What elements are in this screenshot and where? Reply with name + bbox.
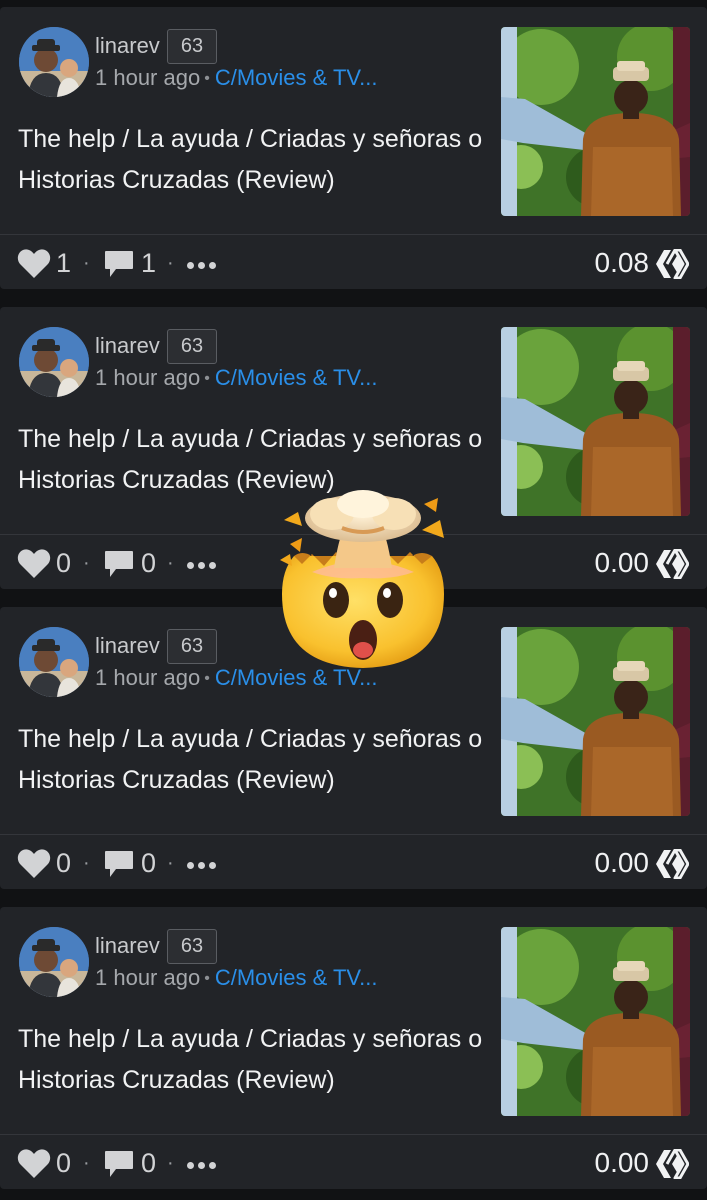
post-card[interactable]: linarev 63 1 hour ago • C/Movies & TV... T…	[0, 7, 707, 289]
post-thumbnail[interactable]	[501, 327, 690, 516]
post-title[interactable]: The help / La ayuda / Criadas y señoras …	[18, 719, 496, 801]
payout-value[interactable]: 0.00	[595, 548, 650, 578]
reputation-badge: 63	[167, 929, 217, 964]
action-separator: ·	[167, 552, 174, 574]
action-separator: ·	[83, 1152, 90, 1174]
reputation-badge: 63	[167, 329, 217, 364]
like-count[interactable]: 0	[56, 1148, 71, 1178]
payout-value[interactable]: 0.08	[595, 248, 650, 278]
post-card-body[interactable]: linarev 63 1 hour ago • C/Movies & TV... T…	[0, 7, 707, 235]
meta-separator: •	[204, 370, 210, 387]
payout-value[interactable]: 0.00	[595, 848, 650, 878]
like-count[interactable]: 0	[56, 548, 71, 578]
hive-logo-icon	[655, 848, 690, 880]
reputation-badge: 63	[167, 629, 217, 664]
more-dots-icon[interactable]	[187, 1162, 217, 1170]
post-time: 1 hour ago	[95, 665, 201, 690]
author-avatar[interactable]	[19, 927, 89, 997]
heart-icon[interactable]	[17, 1148, 51, 1184]
heart-icon[interactable]	[17, 548, 51, 584]
more-dots-icon[interactable]	[187, 262, 217, 270]
comment-count[interactable]: 1	[141, 248, 156, 278]
action-separator: ·	[83, 252, 90, 274]
author-name[interactable]: linarev	[95, 33, 160, 59]
action-separator: ·	[83, 852, 90, 874]
action-separator: ·	[167, 252, 174, 274]
reputation-badge: 63	[167, 29, 217, 64]
action-separator: ·	[167, 1152, 174, 1174]
post-actions: 1 · 1 · 0.08	[0, 235, 707, 289]
comment-count[interactable]: 0	[141, 548, 156, 578]
heart-icon[interactable]	[17, 848, 51, 884]
comment-bubble-icon[interactable]	[104, 550, 134, 583]
more-dots-icon[interactable]	[187, 862, 217, 870]
post-actions: 0 · 0 · 0.00	[0, 835, 707, 889]
community-link[interactable]: C/Movies & TV...	[215, 365, 378, 390]
meta-separator: •	[204, 970, 210, 987]
hive-logo-icon	[655, 1148, 690, 1180]
more-dots-icon[interactable]	[187, 562, 217, 570]
meta-separator: •	[204, 70, 210, 87]
post-thumbnail[interactable]	[501, 27, 690, 216]
action-separator: ·	[167, 852, 174, 874]
author-name[interactable]: linarev	[95, 333, 160, 359]
post-title[interactable]: The help / La ayuda / Criadas y señoras …	[18, 419, 496, 501]
post-title[interactable]: The help / La ayuda / Criadas y señoras …	[18, 1019, 496, 1101]
comment-bubble-icon[interactable]	[104, 1150, 134, 1183]
post-thumbnail[interactable]	[501, 627, 690, 816]
like-count[interactable]: 0	[56, 848, 71, 878]
post-time: 1 hour ago	[95, 965, 201, 990]
comment-count[interactable]: 0	[141, 1148, 156, 1178]
post-time: 1 hour ago	[95, 65, 201, 90]
post-title[interactable]: The help / La ayuda / Criadas y señoras …	[18, 119, 496, 201]
payout-value[interactable]: 0.00	[595, 1148, 650, 1178]
author-name[interactable]: linarev	[95, 633, 160, 659]
meta-separator: •	[204, 670, 210, 687]
community-link[interactable]: C/Movies & TV...	[215, 965, 378, 990]
comment-bubble-icon[interactable]	[104, 850, 134, 883]
hive-logo-icon	[655, 248, 690, 280]
post-actions: 0 · 0 · 0.00	[0, 1135, 707, 1189]
post-thumbnail[interactable]	[501, 927, 690, 1116]
post-time: 1 hour ago	[95, 365, 201, 390]
like-count[interactable]: 1	[56, 248, 71, 278]
post-card-body[interactable]: linarev 63 1 hour ago • C/Movies & TV... T…	[0, 907, 707, 1135]
action-separator: ·	[83, 552, 90, 574]
post-card[interactable]: linarev 63 1 hour ago • C/Movies & TV... T…	[0, 907, 707, 1189]
comment-bubble-icon[interactable]	[104, 250, 134, 283]
post-meta: 1 hour ago • C/Movies & TV...	[95, 965, 377, 991]
heart-icon[interactable]	[17, 248, 51, 284]
exploding-head-emoji	[272, 490, 454, 672]
author-avatar[interactable]	[19, 627, 89, 697]
post-meta: 1 hour ago • C/Movies & TV...	[95, 65, 377, 91]
post-meta: 1 hour ago • C/Movies & TV...	[95, 365, 377, 391]
author-name[interactable]: linarev	[95, 933, 160, 959]
hive-logo-icon	[655, 548, 690, 580]
comment-count[interactable]: 0	[141, 848, 156, 878]
community-link[interactable]: C/Movies & TV...	[215, 65, 378, 90]
author-avatar[interactable]	[19, 27, 89, 97]
author-avatar[interactable]	[19, 327, 89, 397]
